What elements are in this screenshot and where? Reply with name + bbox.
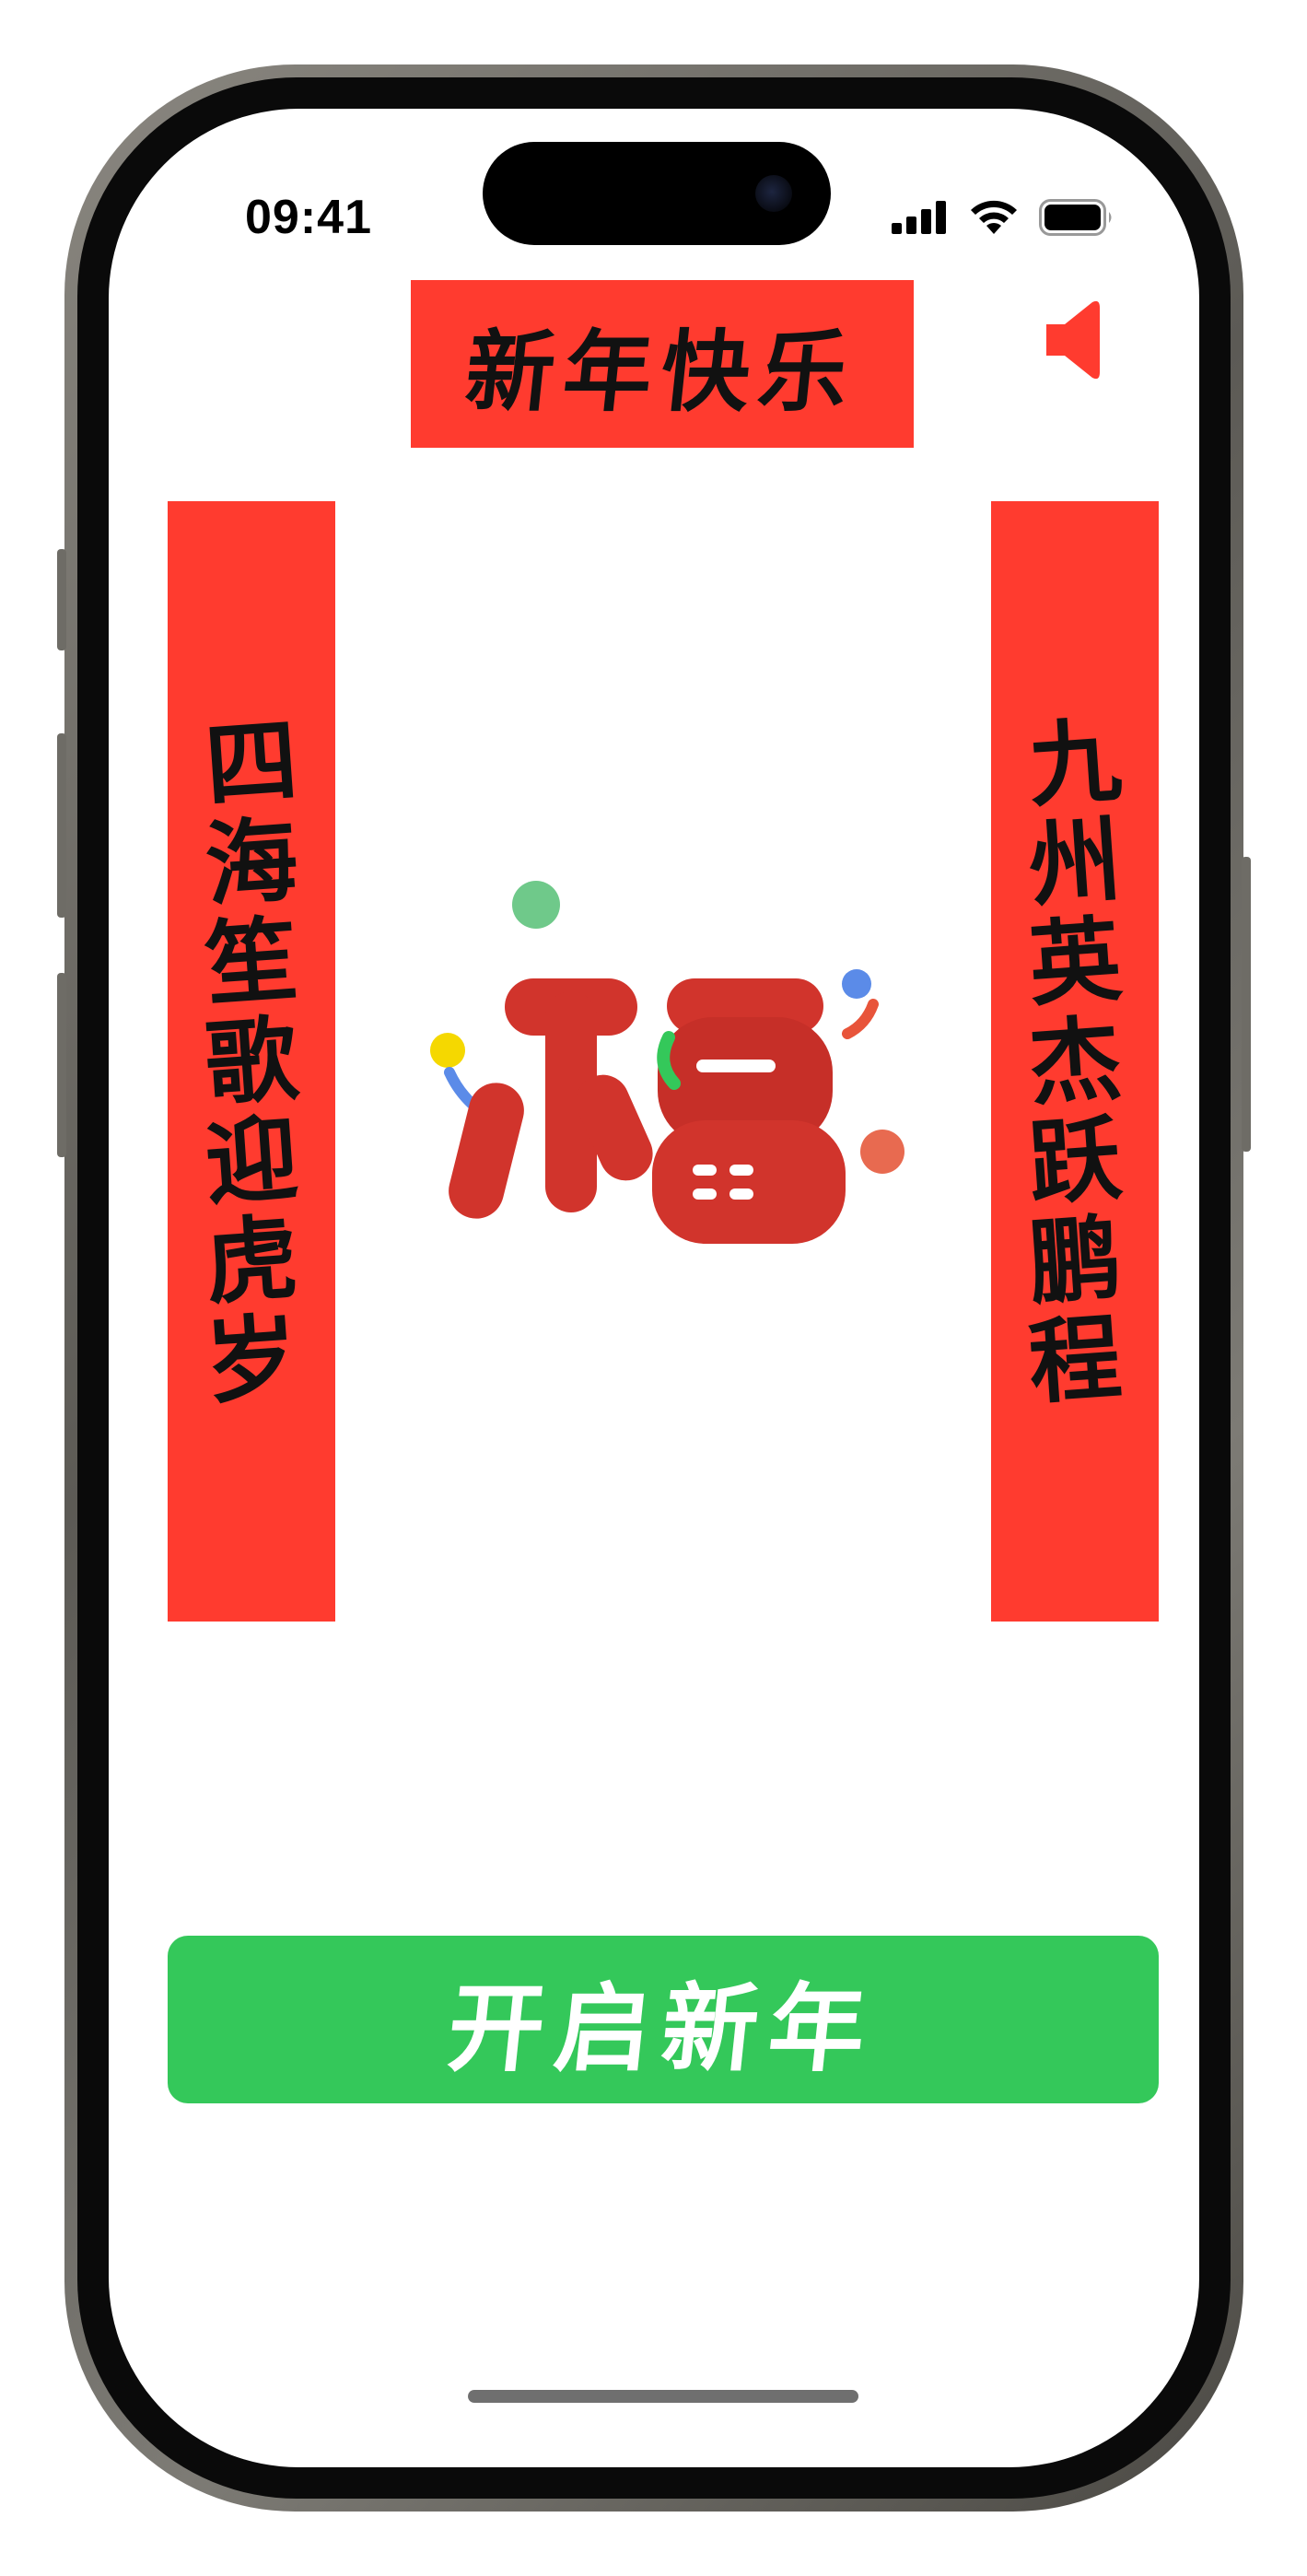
- battery-icon: [1039, 199, 1112, 236]
- dynamic-island: [483, 142, 831, 245]
- right-couplet-char: 英: [1025, 904, 1125, 1020]
- right-couplet: 九 州 英 杰 跃 鹏 程: [991, 501, 1159, 1622]
- header-title: 新年快乐: [461, 319, 863, 424]
- left-couplet-char: 迎: [202, 1103, 301, 1219]
- front-camera-icon: [755, 175, 792, 212]
- left-couplet-char: 海: [202, 804, 301, 920]
- right-couplet-char: 跃: [1025, 1103, 1125, 1219]
- start-new-year-label: 开启新年: [442, 1971, 882, 2085]
- left-couplet-char: 歌: [202, 1003, 301, 1119]
- left-couplet-char: 岁: [202, 1302, 301, 1418]
- cellular-signal-icon: [892, 201, 946, 234]
- left-couplet-char: 笙: [202, 904, 301, 1020]
- volume-up-button: [57, 733, 66, 918]
- header-banner: 新年快乐: [411, 280, 914, 448]
- power-button: [1242, 857, 1251, 1152]
- right-couplet-char: 杰: [1025, 1003, 1125, 1119]
- left-couplet: 四 海 笙 歌 迎 虎 岁: [168, 501, 335, 1622]
- right-couplet-char: 鹏: [1025, 1202, 1125, 1318]
- speaker-icon[interactable]: [1046, 299, 1102, 381]
- left-couplet-char: 虎: [202, 1202, 301, 1318]
- start-new-year-button[interactable]: 开启新年: [168, 1936, 1159, 2103]
- wifi-icon: [971, 200, 1017, 234]
- right-couplet-char: 九: [1025, 705, 1125, 821]
- status-time: 09:41: [245, 191, 372, 244]
- left-couplet-char: 四: [202, 705, 301, 821]
- fu-character-icon: [430, 881, 904, 1244]
- app-screen: 09:41 新年快乐 四 海 笙 歌 迎 虎 岁 九 州 英 杰 跃 鹏 程 开…: [109, 109, 1199, 2467]
- action-button: [57, 549, 66, 650]
- right-couplet-char: 州: [1025, 804, 1125, 920]
- volume-down-button: [57, 973, 66, 1157]
- right-couplet-char: 程: [1025, 1302, 1125, 1418]
- status-icons: [892, 199, 1114, 236]
- home-indicator[interactable]: [468, 2390, 858, 2403]
